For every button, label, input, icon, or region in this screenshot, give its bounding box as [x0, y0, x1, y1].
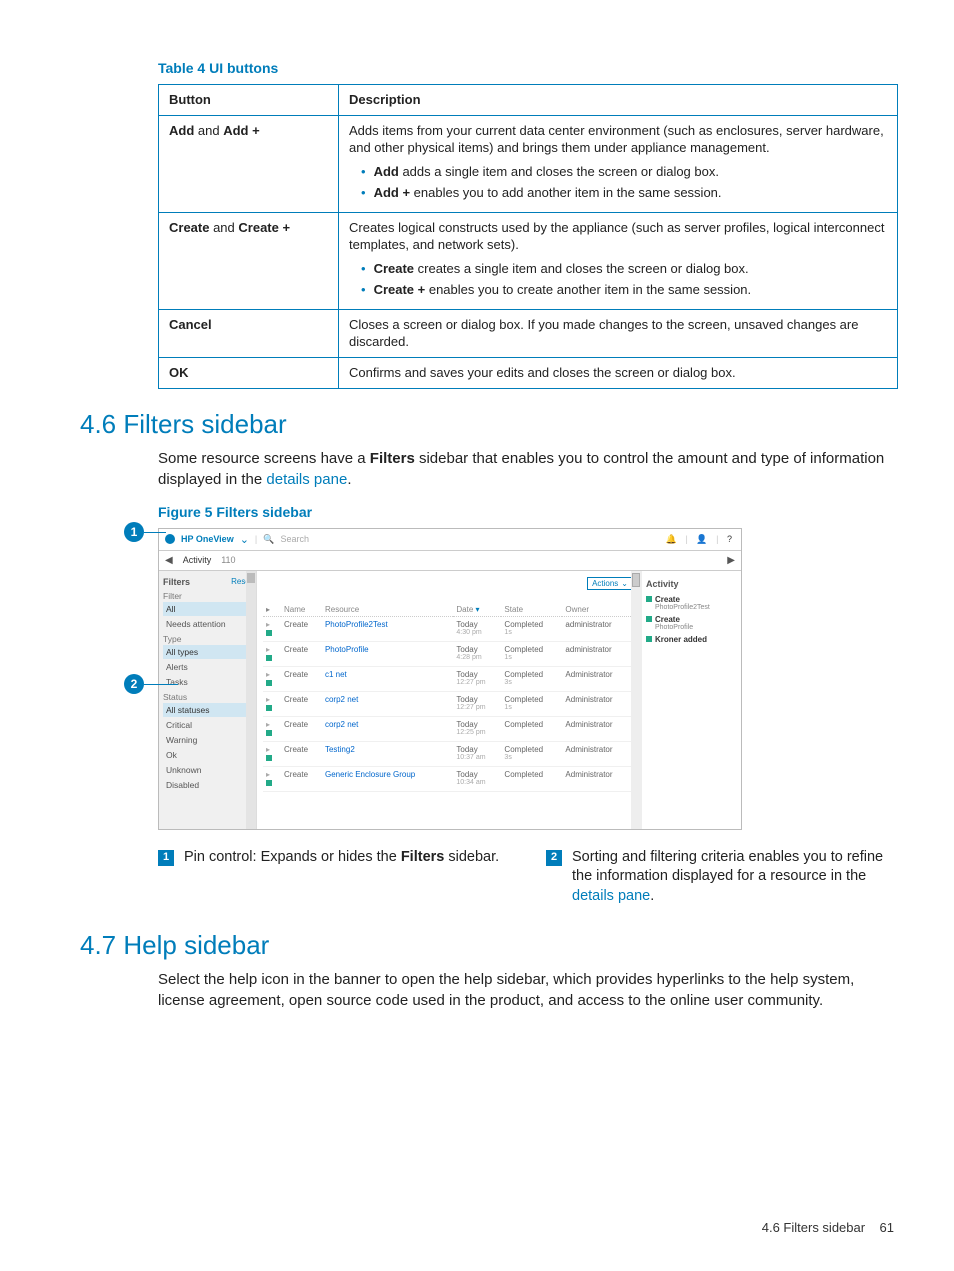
figure-title: Figure 5 Filters sidebar: [158, 504, 894, 520]
col-description: Description: [339, 85, 898, 116]
column-header[interactable]: Resource: [322, 603, 453, 617]
filter-item[interactable]: Alerts: [163, 660, 252, 674]
activity-list: Actions ⌄ ▸NameResourceDate ▾StateOwner …: [257, 571, 641, 829]
pin-icon[interactable]: ◀: [165, 555, 173, 566]
filter-item[interactable]: Critical: [163, 718, 252, 732]
hp-logo-icon: [165, 534, 175, 544]
callout-1: 1: [124, 522, 144, 542]
help-icon[interactable]: ?: [727, 534, 732, 544]
filter-item[interactable]: All statuses: [163, 703, 252, 717]
bold: Filters: [370, 450, 415, 467]
table-row-desc: Creates logical constructs used by the a…: [339, 212, 898, 309]
details-pane-link[interactable]: details pane: [266, 471, 347, 488]
footer-page: 61: [880, 1220, 894, 1235]
table-row[interactable]: ▸ CreateGeneric Enclosure GroupToday10:3…: [263, 766, 635, 791]
column-header[interactable]: Date ▾: [453, 603, 501, 617]
filter-item[interactable]: All types: [163, 645, 252, 659]
chevron-down-icon[interactable]: ⌄: [240, 533, 249, 546]
filters-sidebar: Filters Reset Filter AllNeeds attention …: [159, 571, 257, 829]
column-header[interactable]: ▸: [263, 603, 281, 617]
txt: .: [347, 471, 351, 488]
page-toolbar: ◀ Activity 110 ▶: [159, 551, 741, 571]
ui-buttons-table: Button Description Add and Add +Adds ite…: [158, 84, 898, 389]
search-icon[interactable]: 🔍: [263, 534, 274, 545]
filter-item[interactable]: Ok: [163, 748, 252, 762]
screenshot: HP OneView ⌄ | 🔍 Search 🔔 | 👤 | ? ◀ Acti…: [158, 528, 742, 830]
table-row-desc: Closes a screen or dialog box. If you ma…: [339, 309, 898, 357]
separator: |: [255, 534, 257, 544]
user-icon[interactable]: 👤: [696, 534, 707, 544]
column-header[interactable]: Owner: [562, 603, 635, 617]
list-scrollbar[interactable]: [631, 571, 641, 829]
activity-label: Activity: [183, 555, 212, 565]
filter-item[interactable]: Unknown: [163, 763, 252, 777]
figure-5: 1 2 HP OneView ⌄ | 🔍 Search 🔔 | 👤 | ? ◀ …: [158, 528, 778, 830]
details-pane-link[interactable]: details pane: [572, 888, 650, 904]
activity-item[interactable]: Kroner added: [646, 635, 737, 644]
filter-item[interactable]: Needs attention: [163, 617, 252, 631]
section-4-6-heading: 4.6 Filters sidebar: [80, 409, 894, 440]
table-row[interactable]: ▸ Createcorp2 netToday12:27 pmCompleted1…: [263, 691, 635, 716]
section-4-7-para: Select the help icon in the banner to op…: [158, 969, 894, 1011]
filter-item[interactable]: Disabled: [163, 778, 252, 792]
bell-icon[interactable]: 🔔: [666, 534, 677, 544]
table-row-desc: Adds items from your current data center…: [339, 115, 898, 212]
callout-2: 2: [124, 674, 144, 694]
table-row-button: Create and Create +: [159, 212, 339, 309]
table-row[interactable]: ▸ CreatePhotoProfile2TestToday4:30 pmCom…: [263, 616, 635, 641]
expand-icon[interactable]: ▶: [727, 555, 735, 566]
callout-desc-1: Pin control: Expands or hides the Filter…: [184, 848, 499, 907]
search-placeholder[interactable]: Search: [280, 534, 309, 544]
filters-scrollbar[interactable]: ▴: [246, 571, 256, 829]
txt: Some resource screens have a: [158, 450, 370, 467]
table-row-button: OK: [159, 358, 339, 389]
table-row[interactable]: ▸ Createcorp2 netToday12:25 pmCompletedA…: [263, 716, 635, 741]
callout-num-2: 2: [546, 850, 562, 866]
activity-panel-title: Activity: [646, 579, 737, 589]
table-row-button: Cancel: [159, 309, 339, 357]
filter-group-filter: Filter: [163, 591, 252, 601]
table-row-button: Add and Add +: [159, 115, 339, 212]
callout-num-1: 1: [158, 850, 174, 866]
activity-count: 110: [221, 555, 235, 565]
section-4-7-heading: 4.7 Help sidebar: [80, 930, 894, 961]
table-row[interactable]: ▸ Createc1 netToday12:27 pmCompleted3sAd…: [263, 666, 635, 691]
actions-menu[interactable]: Actions ⌄: [587, 577, 633, 590]
section-4-6-para: Some resource screens have a Filters sid…: [158, 448, 894, 490]
app-banner: HP OneView ⌄ | 🔍 Search 🔔 | 👤 | ?: [159, 529, 741, 551]
activity-panel: Activity CreatePhotoProfile2Test CreatePh…: [641, 571, 741, 829]
footer-section: 4.6 Filters sidebar: [762, 1220, 865, 1235]
brand-label: HP OneView: [181, 534, 234, 544]
table-row[interactable]: ▸ CreateTesting2Today10:37 amCompleted3s…: [263, 741, 635, 766]
figure-callout-legend: 1 Pin control: Expands or hides the Filt…: [158, 848, 894, 907]
actions-label: Actions: [592, 579, 618, 588]
column-header[interactable]: State: [501, 603, 562, 617]
separator: |: [716, 534, 718, 544]
table-row[interactable]: ▸ CreatePhotoProfileToday4:28 pmComplete…: [263, 641, 635, 666]
separator: |: [686, 534, 688, 544]
callout-desc-2: Sorting and filtering criteria enables y…: [572, 848, 894, 907]
filter-group-status: Status: [163, 692, 252, 702]
activity-item[interactable]: CreatePhotoProfile: [646, 615, 737, 631]
filter-item[interactable]: Tasks: [163, 675, 252, 689]
activity-item[interactable]: CreatePhotoProfile2Test: [646, 595, 737, 611]
table-title: Table 4 UI buttons: [158, 60, 894, 76]
page-footer: 4.6 Filters sidebar 61: [762, 1220, 894, 1235]
filter-group-type: Type: [163, 634, 252, 644]
col-button: Button: [159, 85, 339, 116]
filter-item[interactable]: All: [163, 602, 252, 616]
column-header[interactable]: Name: [281, 603, 322, 617]
chevron-down-icon: ⌄: [621, 579, 628, 588]
table-row-desc: Confirms and saves your edits and closes…: [339, 358, 898, 389]
filters-title: Filters: [163, 577, 190, 587]
filter-item[interactable]: Warning: [163, 733, 252, 747]
